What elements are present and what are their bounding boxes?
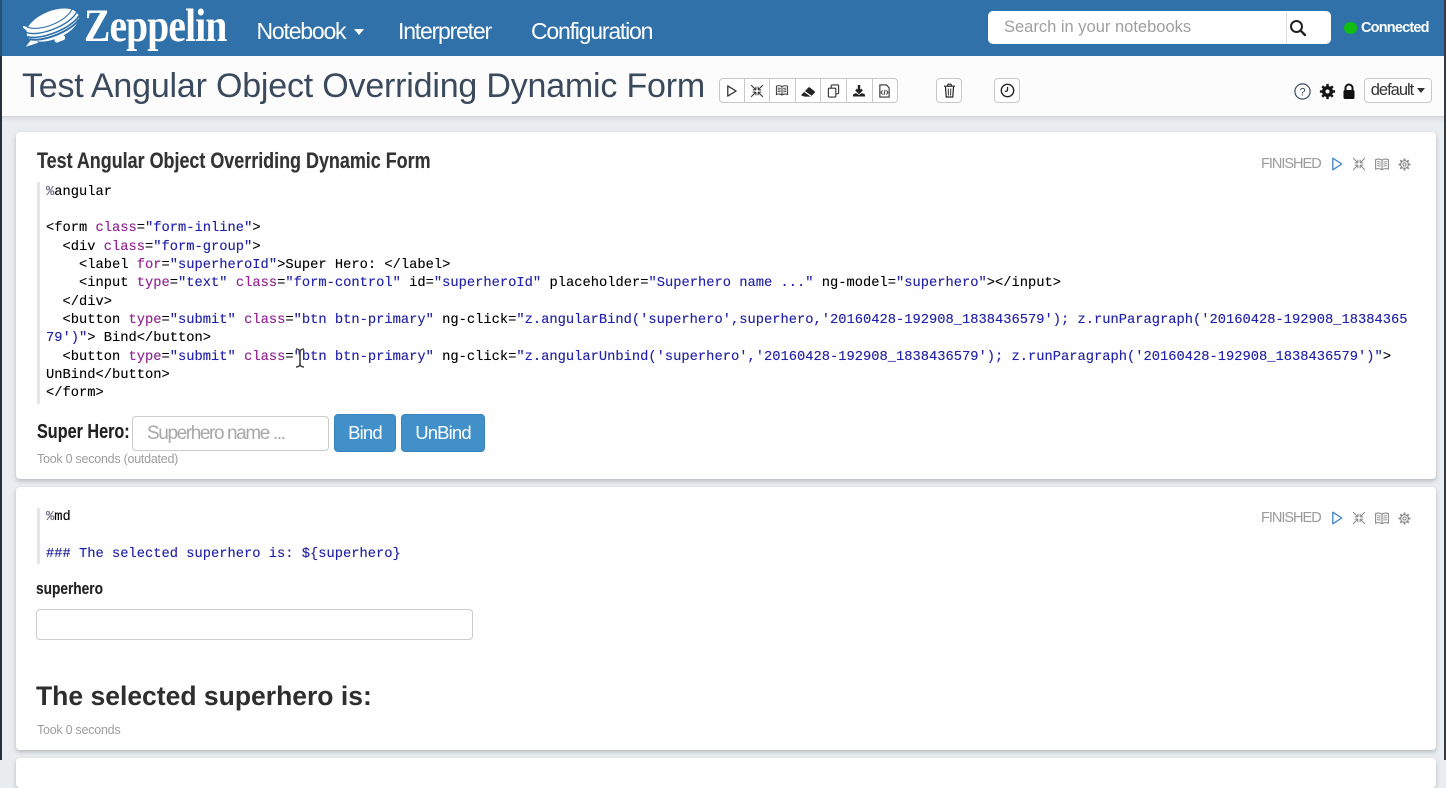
svg-text:?: ? — [1299, 86, 1305, 98]
